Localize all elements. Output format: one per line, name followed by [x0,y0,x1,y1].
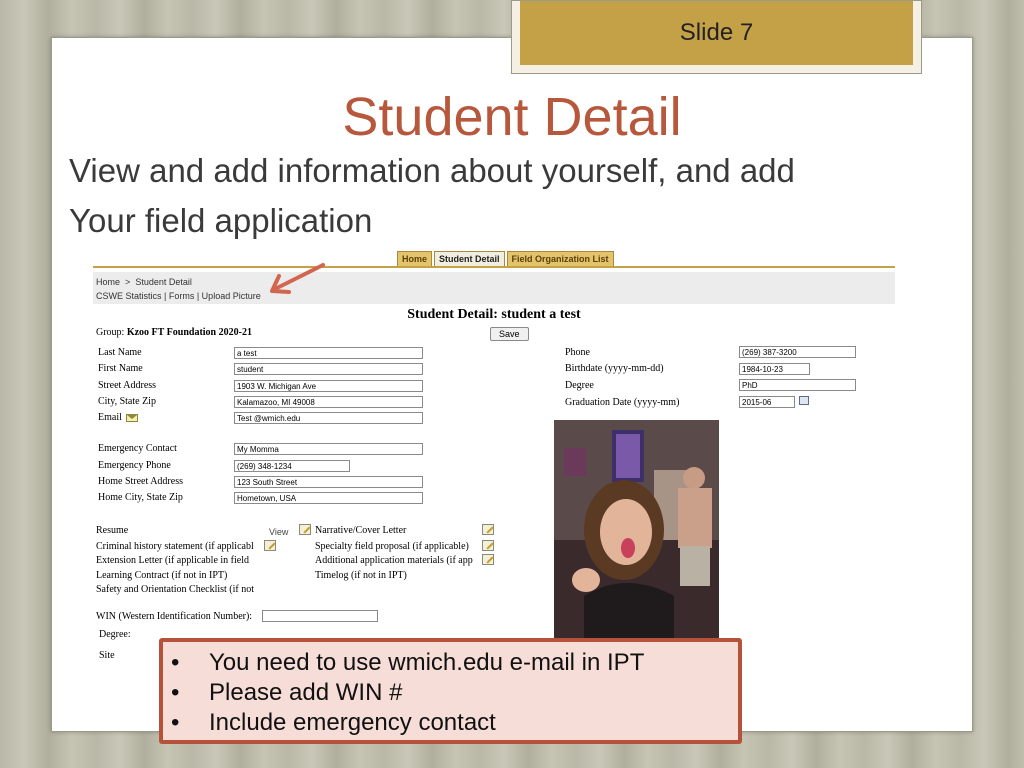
doc-criminal-history-label: Criminal history statement (if applicabl [96,541,254,552]
degree-label: Degree [565,380,594,391]
emergency-contact-field[interactable]: My Momma [234,443,423,455]
home-street-field[interactable]: 123 South Street [234,476,423,488]
calendar-icon[interactable] [799,396,809,405]
city-field[interactable]: Kalamazoo, MI 49008 [234,396,423,408]
first-name-field[interactable]: student [234,363,423,375]
doc-resume-label: Resume [96,525,129,536]
birthdate-field[interactable]: 1984-10-23 [739,363,810,375]
doc-learning-contract-label: Learning Contract (if not in IPT) [96,570,228,581]
nav-tabs: Home Student Detail Field Organization L… [397,251,614,267]
student-photo [554,420,719,642]
doc-narrative-label: Narrative/Cover Letter [315,525,407,536]
resume-edit-icon[interactable] [299,524,311,535]
group-label-text: Group: [96,327,125,338]
win-label: WIN (Western Identification Number): [96,611,253,622]
last-name-field[interactable]: a test [234,347,423,359]
student-photo-image [554,420,719,642]
doc-timelog-label: Timelog (if not in IPT) [315,570,407,581]
street-label: Street Address [98,380,157,391]
tip-item: • You need to use wmich.edu e-mail in IPT [171,648,644,678]
tip-text: You need to use wmich.edu e-mail in IPT [209,649,645,676]
emergency-phone-field[interactable]: (269) 348-1234 [234,460,350,472]
breadcrumb: Home > Student Detail [96,277,192,287]
nav-divider [93,266,895,268]
home-city-label: Home City, State Zip [98,492,183,503]
street-field[interactable]: 1903 W. Michigan Ave [234,380,423,392]
form-title: Student Detail: student a test [407,307,581,322]
slide-number: Slide 7 [679,19,754,46]
slide-body-line-2: Your field application [69,202,373,239]
phone-label: Phone [565,347,590,358]
last-name-label: Last Name [98,347,142,358]
email-label: Email [98,412,122,423]
group-value: Kzoo FT Foundation 2020-21 [126,327,252,338]
embedded-screenshot: Home Student Detail Field Organization L… [93,250,895,670]
breadcrumb-separator: > [125,277,131,287]
breadcrumb-current: Student Detail [135,277,192,287]
tab-home[interactable]: Home [397,251,433,267]
email-envelope-icon[interactable] [126,414,138,422]
doc-extension-letter-label: Extension Letter (if applicable in field [96,555,249,566]
specialty-proposal-edit-icon[interactable] [482,540,494,551]
tip-item: • Please add WIN # [171,678,644,708]
criminal-history-edit-icon[interactable] [264,540,276,551]
slide-body: View and add information about yourself,… [69,146,795,246]
site-label: Site [99,650,115,661]
doc-specialty-proposal-label: Specialty field proposal (if applicable) [315,541,469,552]
first-name-label: First Name [98,363,143,374]
home-city-field[interactable]: Hometown, USA [234,492,423,504]
emergency-phone-label: Emergency Phone [98,460,171,471]
degree2-label: Degree: [99,629,131,640]
doc-additional-materials-label: Additional application materials (if app [315,555,473,566]
additional-materials-edit-icon[interactable] [482,554,494,565]
breadcrumb-home[interactable]: Home [96,277,120,287]
win-field[interactable] [262,610,378,622]
email-field[interactable]: Test @wmich.edu [234,412,423,424]
tab-field-organization-list[interactable]: Field Organization List [506,251,614,267]
city-label: City, State Zip [98,396,156,407]
group-label: Group: Kzoo FT Foundation 2020-21 [96,327,252,338]
grad-date-field[interactable]: 2015-06 [739,396,795,408]
tip-bullet: • [171,709,180,736]
tip-bullet: • [171,649,180,676]
grad-date-label: Graduation Date (yyyy-mm) [565,397,680,408]
tips-list: • You need to use wmich.edu e-mail in IPT… [171,648,644,738]
birthdate-label: Birthdate (yyyy-mm-dd) [565,363,664,374]
save-button[interactable]: Save [490,327,529,341]
slide-number-tab: Slide 7 [511,0,922,74]
slide-title: Student Detail [342,87,682,147]
arrow-annotation-icon [270,263,325,294]
emergency-contact-label: Emergency Contact [98,443,177,454]
home-street-label: Home Street Address [98,476,183,487]
phone-field[interactable]: (269) 387-3200 [739,346,856,358]
tip-text: Please add WIN # [209,679,403,706]
tip-item: • Include emergency contact [171,708,644,738]
resume-view-link[interactable]: View [269,527,288,537]
breadcrumb-links[interactable]: CSWE Statistics | Forms | Upload Picture [96,291,261,301]
slide-body-line-1: View and add information about yourself,… [69,152,795,189]
tip-text: Include emergency contact [209,709,496,736]
doc-safety-checklist-label: Safety and Orientation Checklist (if not [96,584,255,595]
degree-field[interactable]: PhD [739,379,856,391]
tab-student-detail[interactable]: Student Detail [434,251,505,267]
tip-bullet: • [171,679,180,706]
narrative-edit-icon[interactable] [482,524,494,535]
tips-callout: • You need to use wmich.edu e-mail in IPT… [159,638,742,744]
breadcrumb-bar: Home > Student Detail CSWE Statistics | … [93,272,895,304]
